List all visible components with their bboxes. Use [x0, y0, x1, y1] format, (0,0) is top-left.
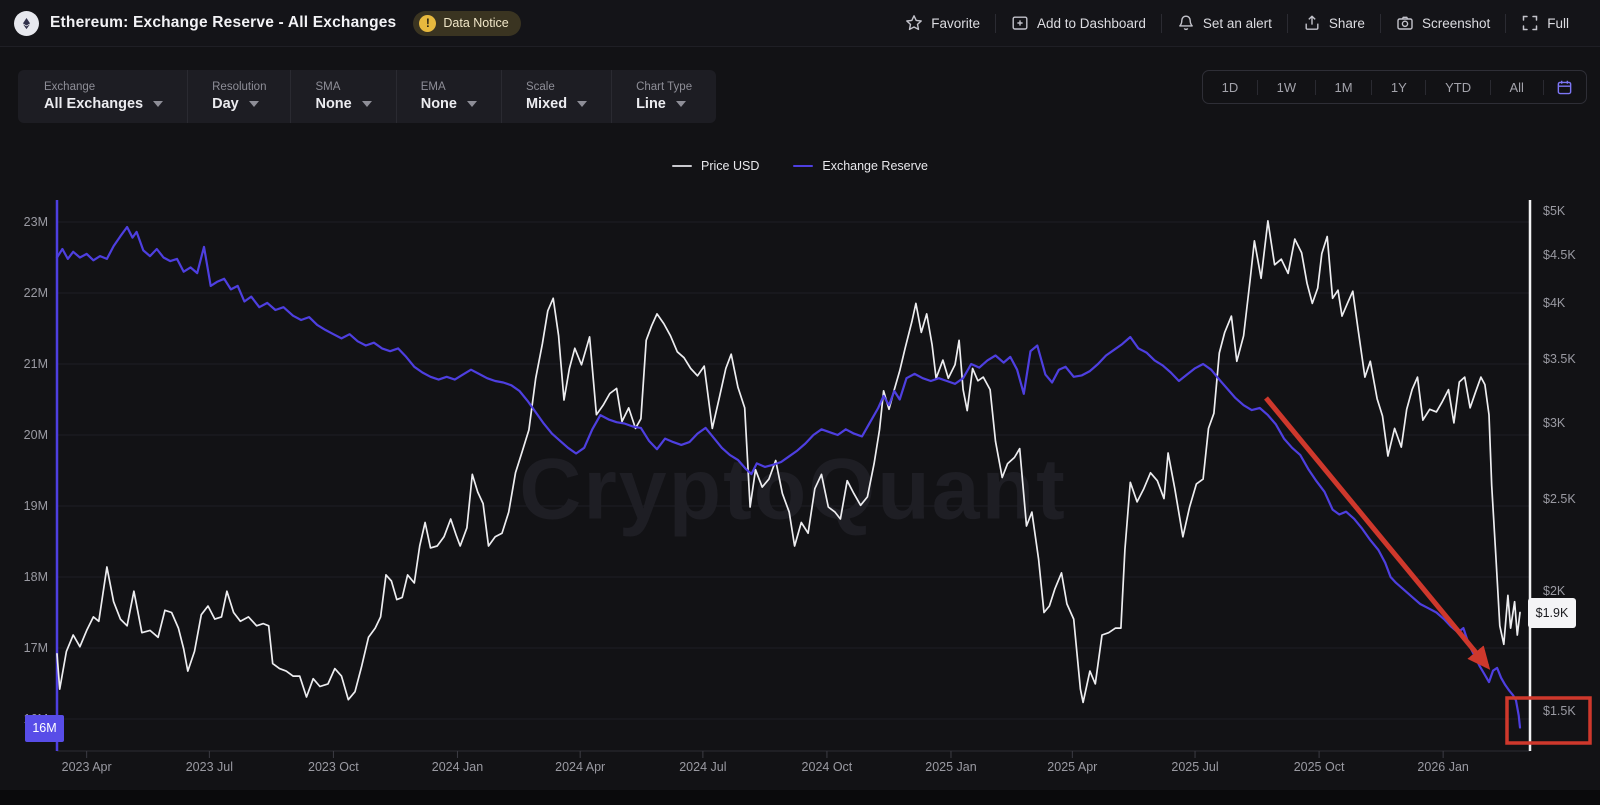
reserve-last-value-badge: 16M: [25, 715, 64, 742]
left-axis-tick: 23M: [0, 213, 48, 231]
cryptoquant-app: Ethereum: Exchange Reserve - All Exchang…: [0, 0, 1600, 805]
annotation-arrow: [1266, 398, 1487, 666]
right-axis-tick: $4.5K: [1543, 246, 1597, 264]
left-axis-tick: 21M: [0, 355, 48, 373]
x-axis-tick: 2024 Oct: [782, 760, 872, 774]
x-axis-tick: 2025 Jan: [906, 760, 996, 774]
x-axis-tick: 2024 Apr: [535, 760, 625, 774]
price-last-value-badge: $1.9K: [1528, 598, 1576, 628]
right-axis-tick: $2.5K: [1543, 490, 1597, 508]
left-axis-tick: 17M: [0, 639, 48, 657]
chart-plot-area[interactable]: [0, 0, 1600, 805]
x-axis-tick: 2025 Oct: [1274, 760, 1364, 774]
x-axis-tick: 2023 Jul: [164, 760, 254, 774]
right-axis-tick: $3K: [1543, 414, 1597, 432]
x-axis-tick: 2024 Jul: [658, 760, 748, 774]
left-axis-tick: 20M: [0, 426, 48, 444]
x-axis-tick: 2025 Apr: [1027, 760, 1117, 774]
right-axis-tick: $4K: [1543, 294, 1597, 312]
right-axis-tick: $5K: [1543, 202, 1597, 220]
x-axis-tick: 2025 Jul: [1150, 760, 1240, 774]
left-axis-tick: 18M: [0, 568, 48, 586]
right-axis-tick: $3.5K: [1543, 350, 1597, 368]
x-axis-tick: 2026 Jan: [1398, 760, 1488, 774]
bottom-bar: [0, 790, 1600, 805]
series-line-exchange-reserve: [57, 227, 1520, 728]
left-axis-tick: 22M: [0, 284, 48, 302]
x-axis-tick: 2023 Apr: [42, 760, 132, 774]
x-axis-tick: 2023 Oct: [288, 760, 378, 774]
x-axis-tick: 2024 Jan: [412, 760, 502, 774]
right-axis-tick: $1.5K: [1543, 702, 1597, 720]
left-axis-tick: 19M: [0, 497, 48, 515]
